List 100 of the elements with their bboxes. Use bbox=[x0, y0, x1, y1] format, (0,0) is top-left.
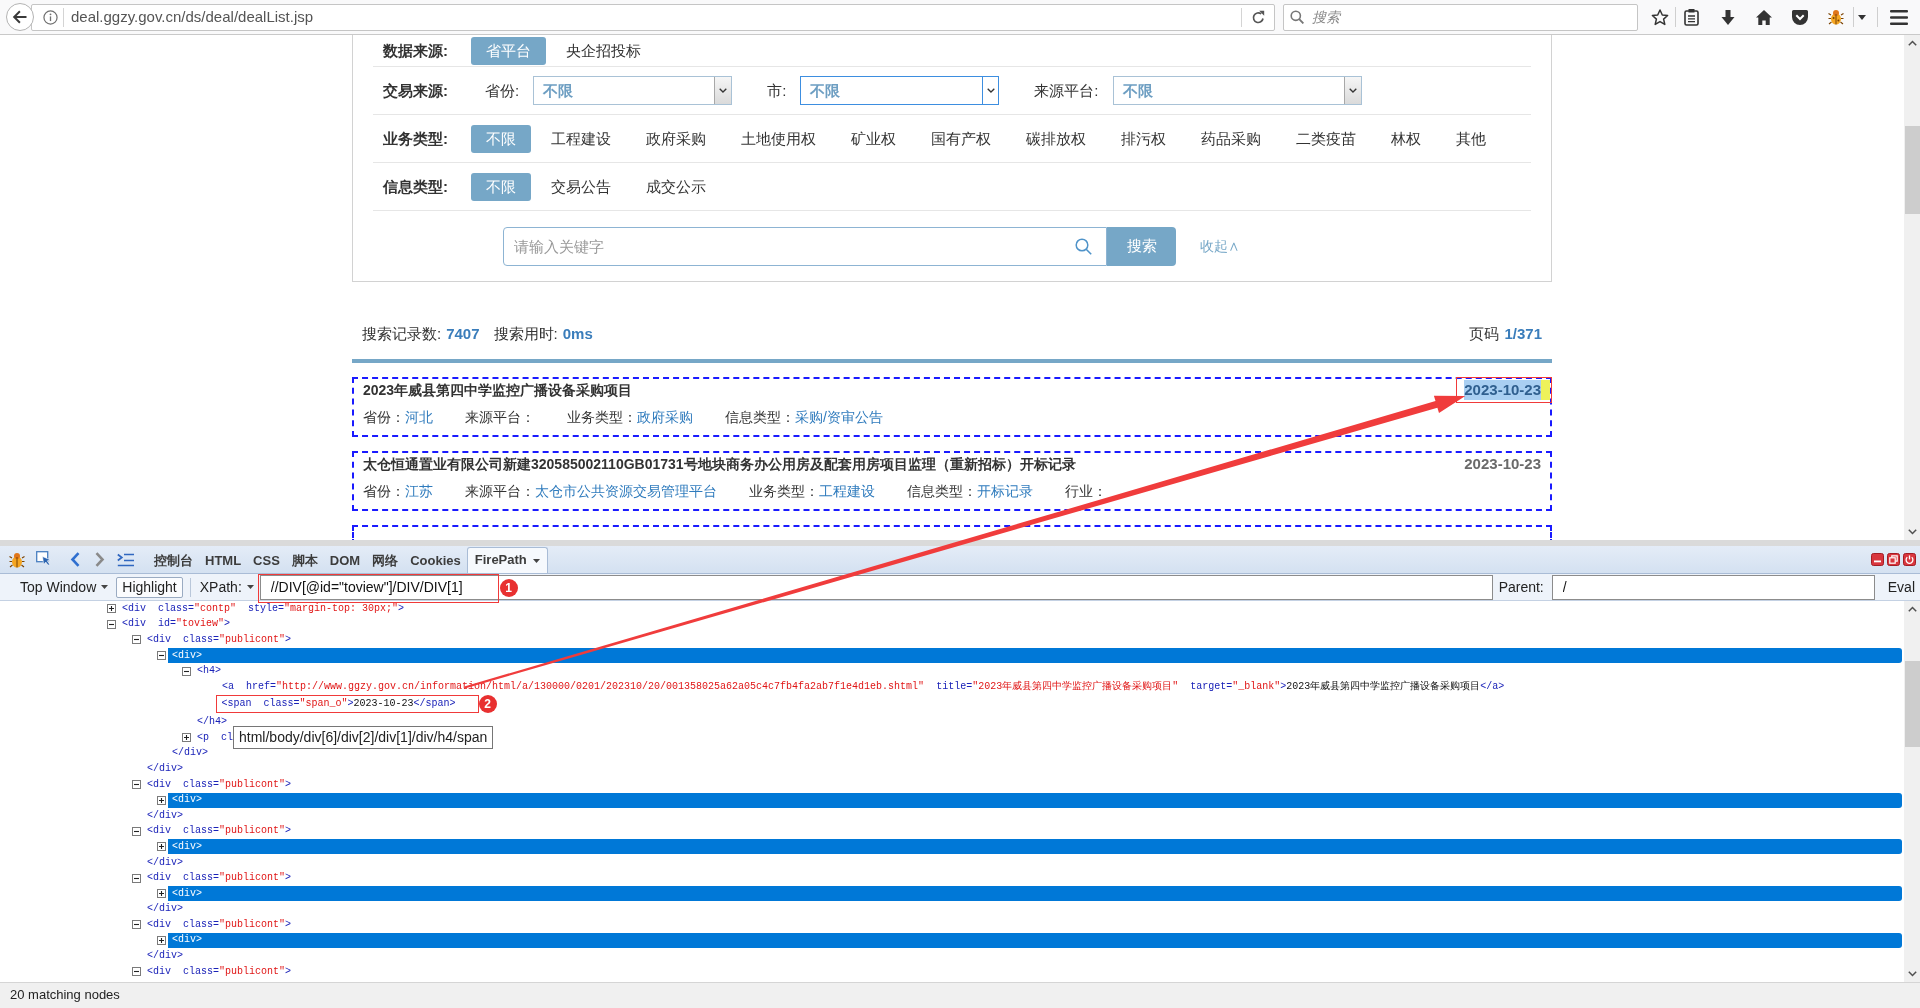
filter-option[interactable]: 国有产权 bbox=[916, 124, 1006, 153]
devtools-tab[interactable]: Cookies bbox=[404, 549, 467, 573]
bug-icon[interactable] bbox=[9, 551, 25, 568]
browser-search-field[interactable]: 搜索 bbox=[1283, 3, 1638, 31]
chevron-up-icon[interactable] bbox=[1907, 40, 1917, 46]
expand-icon[interactable] bbox=[157, 935, 166, 945]
xpath-menu[interactable]: XPath: bbox=[195, 577, 258, 597]
devtools-tab[interactable]: HTML bbox=[199, 549, 248, 573]
devtools-tab[interactable]: CSS bbox=[247, 549, 286, 573]
collapse-icon[interactable] bbox=[132, 780, 141, 790]
search-icon[interactable] bbox=[1290, 10, 1304, 24]
devtools-tab[interactable]: 网络 bbox=[366, 549, 405, 573]
filter-option[interactable]: 政府采购 bbox=[631, 124, 721, 153]
collapse-icon[interactable] bbox=[132, 826, 141, 836]
meta-value-link[interactable]: 政府采购 bbox=[637, 407, 693, 427]
devtools-tab[interactable]: FirePath bbox=[466, 547, 548, 573]
filter-option[interactable]: 碳排放权 bbox=[1011, 124, 1101, 153]
meta-value-link[interactable]: 工程建设 bbox=[819, 481, 875, 501]
caret-icon[interactable] bbox=[1858, 14, 1866, 20]
meta-label: 信息类型： bbox=[907, 481, 977, 501]
chevron-down-icon[interactable] bbox=[1907, 971, 1917, 977]
meta-value-link[interactable]: 河北 bbox=[405, 407, 433, 427]
code-line: <span class="span_o">2023-10-23</span> bbox=[221, 698, 456, 711]
power-icon[interactable] bbox=[1903, 553, 1916, 566]
restore-icon[interactable] bbox=[1887, 553, 1900, 566]
collapse-icon[interactable] bbox=[157, 651, 166, 661]
result-title-link[interactable]: 2023年威县第四中学监控广播设备采购项目 bbox=[363, 380, 633, 400]
filter-option[interactable]: 矿业权 bbox=[836, 124, 911, 153]
devtools-tab[interactable]: 控制台 bbox=[148, 549, 199, 573]
filter-option[interactable]: 排污权 bbox=[1106, 124, 1181, 153]
result-title-link[interactable]: 太仓恒通置业有限公司新建320585002110GB01731号地块商务办公用房及配套用房项目监理（重新招标）开标记录 bbox=[363, 454, 1076, 474]
caret-icon[interactable] bbox=[532, 558, 540, 563]
back-icon[interactable] bbox=[6, 3, 34, 31]
code-line: </div> bbox=[147, 856, 183, 869]
home-icon[interactable] bbox=[1756, 9, 1772, 25]
code-line: </div> bbox=[147, 762, 183, 775]
meta-value-link[interactable]: 采购/资审公告 bbox=[795, 407, 883, 427]
scrollbar-thumb[interactable] bbox=[1904, 126, 1920, 214]
result-date: 2023-10-23 bbox=[1464, 454, 1541, 474]
search-icon[interactable] bbox=[1075, 237, 1092, 255]
code-line: <div id="toview"> bbox=[122, 618, 231, 631]
collapse-icon[interactable] bbox=[132, 967, 141, 977]
filter-option[interactable]: 交易公告 bbox=[536, 172, 626, 201]
collapse-icon[interactable] bbox=[132, 873, 141, 883]
chevron-down-icon[interactable] bbox=[986, 88, 995, 93]
minimize-icon[interactable] bbox=[1871, 553, 1884, 566]
filter-option[interactable]: 林权 bbox=[1376, 124, 1436, 153]
star-icon[interactable] bbox=[1651, 8, 1669, 26]
filter-option[interactable]: 二类疫苗 bbox=[1281, 124, 1371, 153]
filter-option[interactable]: 土地使用权 bbox=[726, 124, 831, 153]
record-count: 7407 bbox=[446, 324, 480, 344]
collapse-icon[interactable] bbox=[182, 666, 191, 676]
collapse-icon[interactable] bbox=[132, 920, 141, 930]
code-line: <div class="publicont"> bbox=[147, 778, 292, 791]
filter-option[interactable]: 其他 bbox=[1441, 124, 1501, 153]
devtools-tab[interactable]: DOM bbox=[323, 549, 367, 573]
reload-icon[interactable] bbox=[1252, 10, 1265, 24]
caret-icon[interactable] bbox=[246, 585, 254, 589]
cursor-box-icon[interactable] bbox=[36, 551, 53, 568]
menu-icon[interactable] bbox=[1890, 9, 1908, 25]
eval-button[interactable]: Eval bbox=[1882, 577, 1920, 597]
collapse-icon[interactable] bbox=[107, 619, 116, 629]
expand-icon[interactable] bbox=[157, 842, 166, 852]
address-bar[interactable]: deal.ggzy.gov.cn/ds/deal/dealList.jsp bbox=[31, 3, 1275, 31]
frame-menu[interactable]: Top Window bbox=[16, 577, 113, 597]
highlight-button[interactable]: Highlight bbox=[116, 576, 183, 598]
filter-option[interactable]: 工程建设 bbox=[536, 124, 626, 153]
meta-value-link[interactable]: 江苏 bbox=[405, 481, 433, 501]
chevron-down-icon[interactable] bbox=[719, 88, 728, 93]
meta-value-link[interactable]: 太仓市公共资源交易管理平台 bbox=[535, 481, 717, 501]
download-icon[interactable] bbox=[1721, 9, 1735, 25]
filter-option[interactable]: 央企招投标 bbox=[551, 36, 656, 65]
filter-label: 信息类型: bbox=[381, 176, 449, 197]
caret-icon[interactable] bbox=[101, 585, 109, 589]
filter-label: 数据来源: bbox=[382, 40, 449, 61]
expand-icon[interactable] bbox=[182, 733, 191, 743]
collapse-icon[interactable] bbox=[132, 635, 141, 645]
command-line-icon[interactable] bbox=[117, 552, 134, 567]
parent-label: Parent: bbox=[1498, 577, 1544, 597]
chevron-up-icon[interactable] bbox=[1907, 606, 1917, 612]
scrollbar-thumb[interactable] bbox=[1904, 661, 1920, 747]
chevron-left-icon[interactable] bbox=[70, 552, 80, 567]
clipboard-icon[interactable] bbox=[1684, 8, 1699, 26]
filter-option[interactable]: 成交公示 bbox=[631, 172, 721, 201]
parent-field[interactable]: / bbox=[1551, 574, 1875, 600]
search-time: 0ms bbox=[562, 324, 593, 344]
chevron-down-icon[interactable] bbox=[1348, 88, 1357, 93]
info-icon[interactable] bbox=[43, 9, 58, 25]
expand-icon[interactable] bbox=[107, 604, 116, 614]
chevron-down-icon[interactable] bbox=[1907, 529, 1917, 535]
search-field[interactable]: 请输入关键字 bbox=[503, 226, 1107, 266]
shield-icon[interactable] bbox=[1792, 9, 1808, 25]
devtools-tab[interactable]: 脚本 bbox=[285, 549, 324, 573]
expand-icon[interactable] bbox=[157, 889, 166, 899]
chevron-right-icon[interactable] bbox=[95, 552, 105, 567]
filter-label: 交易来源: bbox=[382, 80, 449, 101]
filter-option[interactable]: 药品采购 bbox=[1186, 124, 1276, 153]
meta-value-link[interactable]: 开标记录 bbox=[977, 481, 1033, 501]
bug-icon[interactable] bbox=[1828, 9, 1844, 25]
expand-icon[interactable] bbox=[157, 795, 166, 805]
